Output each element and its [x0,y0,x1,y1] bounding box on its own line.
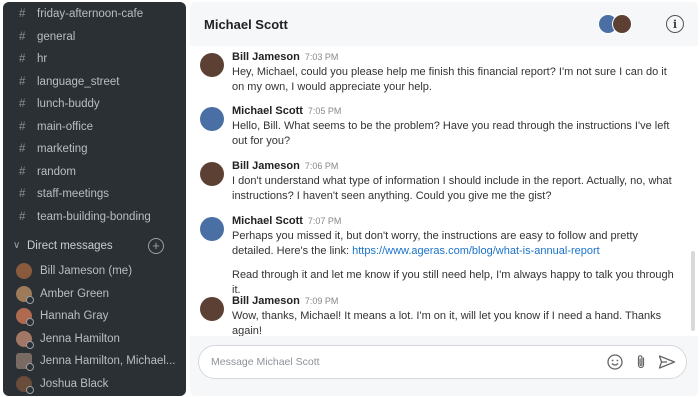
status-indicator [26,340,34,349]
channel-label: random [37,165,76,178]
channel-item[interactable]: # main-office [3,116,186,139]
channel-label: staff-meetings [37,188,110,201]
dm-item[interactable]: Hannah Gray [3,305,186,328]
status-indicator [26,318,34,327]
conversation-title: Michael Scott [204,16,288,32]
channel-label: general [37,30,76,43]
hash-icon: # [19,30,26,43]
hash-icon: # [19,53,26,66]
message: Bill Jameson 7:09 PM Wow, thanks, Michael… [200,295,680,336]
hash-icon: # [19,165,26,178]
chevron-down-icon: ∨ [13,240,21,251]
message-text: Read through it and let me know if you s… [232,269,674,296]
message-author[interactable]: Michael Scott [232,215,303,227]
add-dm-icon[interactable]: + [148,237,164,254]
channel-label: language_street [37,75,120,88]
channel-label: lunch-buddy [37,98,100,111]
info-icon[interactable]: i [666,15,684,33]
hash-icon: # [19,143,26,156]
avatar[interactable] [200,107,224,131]
dm-list: Bill Jameson (me) Amber Green Hannah Gra… [3,260,186,395]
hash-icon: # [19,98,26,111]
channel-item[interactable]: # hr [3,48,186,71]
dm-label: Amber Green [40,287,110,300]
dm-item[interactable]: Joshua Black [3,373,186,396]
status-indicator [26,295,34,304]
scrollbar[interactable] [691,251,695,331]
message: Bill Jameson 7:03 PM Hey, Michael, could … [200,51,680,95]
avatar [16,375,34,394]
avatar[interactable] [200,162,224,186]
channel-label: friday-afternoon-cafe [37,8,144,21]
hash-icon: # [19,8,26,21]
message-author[interactable]: Bill Jameson [232,295,300,307]
message-composer [198,345,687,379]
message-text: Perhaps you missed it, but don't worry, … [232,229,680,259]
emoji-icon[interactable] [606,353,624,371]
channel-item[interactable]: # marketing [3,138,186,161]
conversation-panel: Michael Scott i Bill Jameson 7:03 PM Hey,… [190,2,698,396]
dm-label: Jenna Hamilton, Michael... [40,355,176,368]
channel-item[interactable]: # team-building-bonding [3,206,186,229]
dm-item[interactable]: Jenna Hamilton [3,328,186,351]
status-indicator [26,363,34,372]
avatar [16,308,34,327]
message: Michael Scott 7:05 PM Hello, Bill. What s… [200,105,680,149]
status-indicator [26,385,34,394]
channel-label: marketing [37,143,88,156]
dm-label: Bill Jameson (me) [40,265,133,278]
channel-item[interactable]: # staff-meetings [3,183,186,206]
dm-item[interactable]: Amber Green [3,283,186,306]
direct-messages-label: Direct messages [27,239,113,252]
channel-item[interactable]: # language_street [3,71,186,94]
avatar [16,353,34,372]
channel-label: hr [37,53,48,66]
message: Bill Jameson 7:06 PM I don't understand w… [200,160,680,204]
message-author[interactable]: Bill Jameson [232,160,300,172]
message-text: Wow, thanks, Michael! It means a lot. I'… [232,310,662,336]
message-list: Bill Jameson 7:03 PM Hey, Michael, could … [190,46,698,336]
participant-avatar[interactable] [612,14,632,34]
hash-icon: # [19,120,26,133]
message-link[interactable]: https://www.ageras.com/blog/what-is-annu… [352,245,600,257]
hash-icon: # [19,75,26,88]
sidebar: # friday-afternoon-cafe # general # hr # lan… [3,2,186,396]
dm-label: Joshua Black [40,377,109,390]
channel-item[interactable]: # lunch-buddy [3,93,186,116]
message-time: 7:05 PM [307,106,342,116]
message-author[interactable]: Michael Scott [232,105,303,117]
dm-item[interactable]: Jenna Hamilton, Michael... [3,350,186,373]
avatar[interactable] [200,53,224,77]
avatar [16,263,32,280]
message-time: 7:06 PM [304,161,339,171]
hash-icon: # [19,188,26,201]
message-text: Hello, Bill. What seems to be the proble… [232,120,670,147]
dm-label: Jenna Hamilton [40,332,120,345]
channel-label: main-office [37,120,94,133]
message-time: 7:03 PM [304,52,339,62]
direct-messages-header[interactable]: ∨ Direct messages + [3,231,186,260]
message: Michael Scott 7:07 PM Perhaps you missed … [200,215,680,298]
dm-item[interactable]: Bill Jameson (me) [3,260,186,283]
message-author[interactable]: Bill Jameson [232,51,300,63]
message-time: 7:09 PM [304,296,339,306]
message-time: 7:07 PM [307,216,342,226]
channel-label: team-building-bonding [37,210,151,223]
avatar[interactable] [200,297,224,321]
conversation-header: Michael Scott i [190,2,698,46]
dm-label: Hannah Gray [40,310,109,323]
avatar [16,330,34,349]
attachment-icon[interactable] [632,353,650,371]
channel-list: # friday-afternoon-cafe # general # hr # lan… [3,3,186,228]
channel-item[interactable]: # friday-afternoon-cafe [3,3,186,26]
avatar[interactable] [200,217,224,241]
avatar [16,285,34,304]
hash-icon: # [19,210,26,223]
message-input[interactable] [211,356,598,368]
channel-item[interactable]: # random [3,161,186,184]
message-text: I don't understand what type of informat… [232,175,672,202]
message-text: Hey, Michael, could you please help me f… [232,66,667,93]
send-icon[interactable] [658,353,676,371]
channel-item[interactable]: # general [3,26,186,49]
